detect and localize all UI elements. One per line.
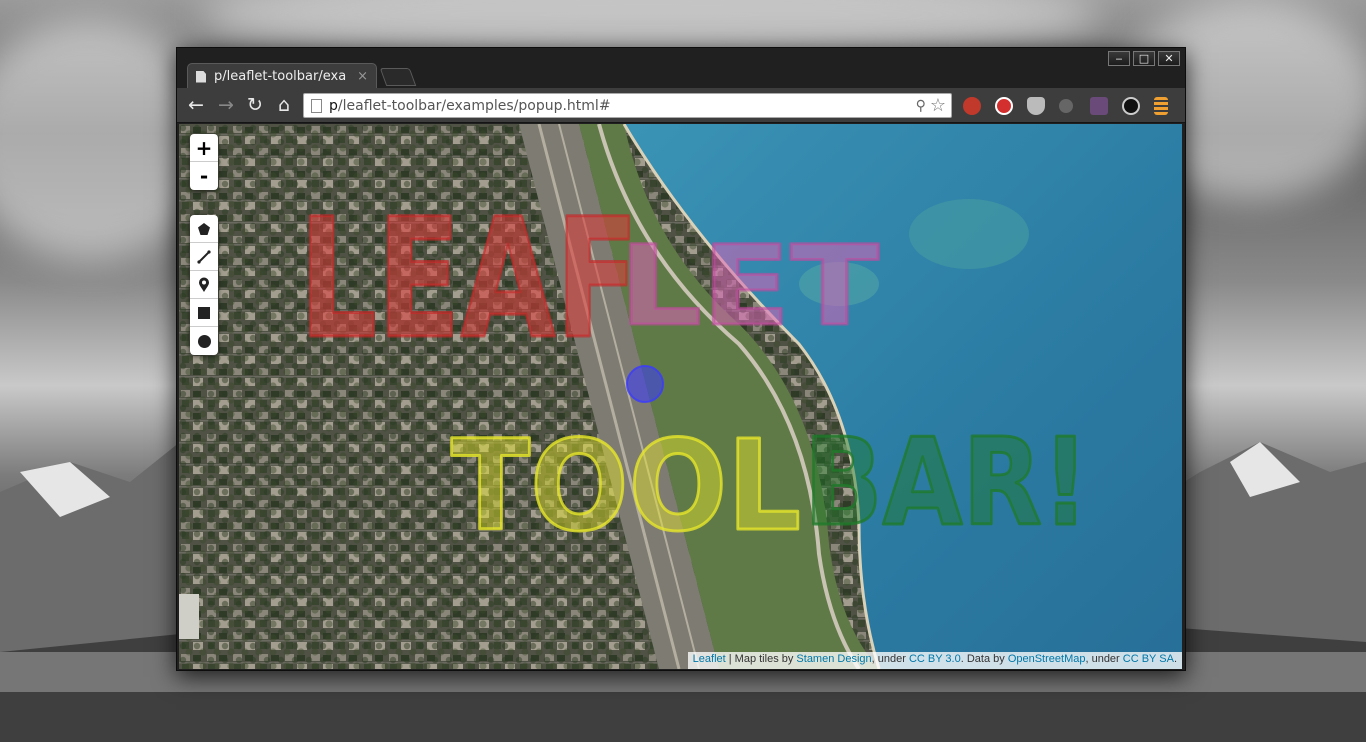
pocket-icon[interactable] xyxy=(1027,97,1045,115)
browser-tab[interactable]: p/leaflet-toolbar/exa × xyxy=(187,63,377,89)
cc-by-sa-link[interactable]: CC BY SA xyxy=(1123,653,1174,665)
zoom-out-button[interactable]: - xyxy=(190,162,218,190)
maximize-button[interactable]: □ xyxy=(1133,51,1155,66)
home-button[interactable]: ⌂ xyxy=(273,94,295,116)
draw-toolbar xyxy=(190,215,218,355)
rectangle-icon xyxy=(198,306,210,319)
browser-toolbar: ← → ↻ ⌂ p/leaflet-toolbar/examples/popup… xyxy=(177,88,1185,123)
close-window-button[interactable]: ✕ xyxy=(1158,51,1180,66)
osm-link[interactable]: OpenStreetMap xyxy=(1008,653,1086,665)
menu-icon[interactable] xyxy=(1154,97,1168,115)
attribution-text: . Data by xyxy=(960,653,1008,665)
tab-title: p/leaflet-toolbar/exa xyxy=(214,69,347,84)
page-icon xyxy=(311,98,322,113)
polyline-button[interactable] xyxy=(190,243,218,271)
marker-icon xyxy=(199,277,209,292)
extension-bug-icon[interactable] xyxy=(963,97,981,115)
address-bar[interactable]: p/leaflet-toolbar/examples/popup.html# ⚲… xyxy=(303,93,952,118)
extension-face-icon[interactable] xyxy=(1059,99,1073,113)
zoom-in-button[interactable]: + xyxy=(190,134,218,162)
leaflet-link[interactable]: Leaflet xyxy=(693,653,726,665)
browser-window: ‒ □ ✕ p/leaflet-toolbar/exa × ← → ↻ ⌂ p/… xyxy=(176,47,1186,671)
shape-text-let[interactable]: LET xyxy=(618,221,881,352)
bookmark-star-icon[interactable]: ☆ xyxy=(930,95,946,116)
drawn-shapes-layer: LEAF LET TOOL BAR! xyxy=(298,182,1091,561)
new-tab-button[interactable] xyxy=(379,68,417,86)
map-attribution: Leaflet | Map tiles by Stamen Design, un… xyxy=(687,652,1182,669)
stamen-link[interactable]: Stamen Design xyxy=(796,653,871,665)
extension-sync-icon[interactable] xyxy=(1122,97,1140,115)
polygon-icon xyxy=(198,222,210,235)
url-text[interactable]: p/leaflet-toolbar/examples/popup.html# xyxy=(329,98,916,114)
drawn-circle[interactable] xyxy=(626,365,664,403)
minimize-button[interactable]: ‒ xyxy=(1108,51,1130,66)
shape-text-bar[interactable]: BAR! xyxy=(803,413,1091,555)
polyline-icon xyxy=(197,249,211,264)
rectangle-button[interactable] xyxy=(190,299,218,327)
forward-button[interactable]: → xyxy=(215,94,237,116)
map-viewport[interactable]: LEAF LET TOOL BAR! + - Leaflet | Map til… xyxy=(179,124,1182,669)
extension-purple-icon[interactable] xyxy=(1090,97,1108,115)
attribution-text: | Map tiles by xyxy=(725,653,797,665)
polygon-button[interactable] xyxy=(190,215,218,243)
circle-icon xyxy=(197,334,211,348)
zoom-icon[interactable]: ⚲ xyxy=(916,98,926,114)
marker-button[interactable] xyxy=(190,271,218,299)
zoom-control: + - xyxy=(190,134,218,190)
adblock-icon[interactable] xyxy=(995,97,1013,115)
shape-text-tool[interactable]: TOOL xyxy=(450,413,803,561)
attribution-text: , under xyxy=(1085,653,1123,665)
back-button[interactable]: ← xyxy=(185,94,207,116)
window-controls: ‒ □ ✕ xyxy=(1108,51,1180,66)
tab-close-icon[interactable]: × xyxy=(357,69,368,84)
attribution-text: , under xyxy=(871,653,909,665)
page-icon xyxy=(196,70,206,83)
cc-by-link[interactable]: CC BY 3.0 xyxy=(909,653,961,665)
circle-button[interactable] xyxy=(190,327,218,355)
attribution-text: . xyxy=(1173,653,1177,665)
shape-text-leaf[interactable]: LEAF xyxy=(298,182,641,377)
reload-button[interactable]: ↻ xyxy=(244,94,266,116)
